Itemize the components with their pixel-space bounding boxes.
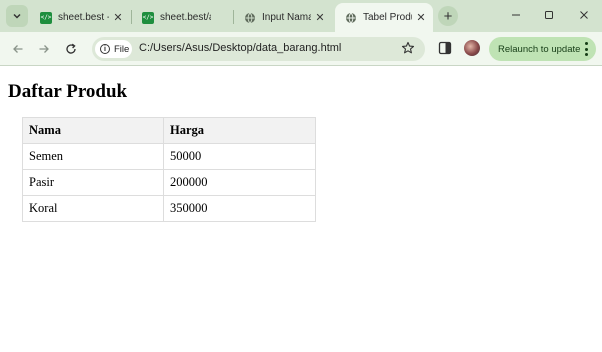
arrow-left-icon [13,45,23,53]
tab-title: sheet.best - [58,12,109,23]
back-button[interactable] [9,40,27,58]
table-row: Koral 350000 [22,195,316,222]
side-panel-icon[interactable] [438,41,452,55]
product-table: Nama Harga Semen 50000 Pasir 200000 Kora… [22,117,316,222]
page-title: Daftar Produk [8,81,128,102]
tab-title: Input Nama [262,12,311,23]
arrow-right-icon [39,45,49,53]
chevron-down-icon [13,13,21,19]
tab-title: Tabel Produk [363,12,412,23]
new-tab-button[interactable]: + [438,6,458,26]
close-icon [580,11,588,19]
cell-harga: 350000 [163,195,316,222]
reload-button[interactable] [62,40,80,58]
site-info-chip[interactable]: i File [95,40,132,58]
tab-sheet-best-2[interactable]: </> sheet.best/a [132,5,232,30]
table-row: Pasir 200000 [22,169,316,196]
maximize-button[interactable] [540,6,558,24]
address-bar[interactable]: i File C:/Users/Asus/Desktop/data_barang… [92,37,425,61]
page-content: Daftar Produk Nama Harga Semen 50000 Pas… [0,67,602,352]
table-row: Semen 50000 [22,143,316,170]
tab-input-nama[interactable]: Input Nama ✕ [234,5,332,30]
more-options-icon[interactable] [584,42,588,56]
tab-strip: </> sheet.best - ✕ </> sheet.best/a Inpu… [0,0,602,32]
relaunch-to-update-button[interactable]: Relaunch to update [489,37,596,61]
info-icon: i [100,44,110,54]
star-icon[interactable] [401,41,415,55]
table-header-row: Nama Harga [22,117,316,144]
browser-toolbar: i File C:/Users/Asus/Desktop/data_barang… [0,32,602,66]
sheet-favicon-icon: </> [40,11,52,24]
tab-sheet-best-1[interactable]: </> sheet.best - ✕ [30,5,130,30]
maximize-icon [545,11,553,19]
minimize-icon [512,14,520,16]
close-tab-icon[interactable]: ✕ [111,11,125,24]
cell-nama: Pasir [22,169,164,196]
plus-icon: + [443,7,453,25]
tab-tabel-produk[interactable]: Tabel Produk ✕ [335,3,433,32]
tab-title: sheet.best/a [160,12,211,23]
close-tab-icon[interactable]: ✕ [414,11,428,24]
profile-avatar[interactable] [464,40,480,56]
sheet-favicon-icon: </> [142,11,154,24]
relaunch-label: Relaunch to update [498,43,581,55]
minimize-button[interactable] [507,6,525,24]
url-text[interactable]: C:/Users/Asus/Desktop/data_barang.html [139,42,341,54]
globe-icon [345,12,357,24]
header-harga: Harga [163,117,316,144]
tab-search-button[interactable] [6,5,28,27]
reload-icon [66,43,76,54]
cell-nama: Semen [22,143,164,170]
globe-icon [244,12,256,24]
close-window-button[interactable] [575,6,593,24]
header-nama: Nama [22,117,164,144]
site-info-label: File [114,43,130,55]
cell-harga: 50000 [163,143,316,170]
cell-harga: 200000 [163,169,316,196]
forward-button[interactable] [35,40,53,58]
cell-nama: Koral [22,195,164,222]
close-tab-icon[interactable]: ✕ [313,11,327,24]
